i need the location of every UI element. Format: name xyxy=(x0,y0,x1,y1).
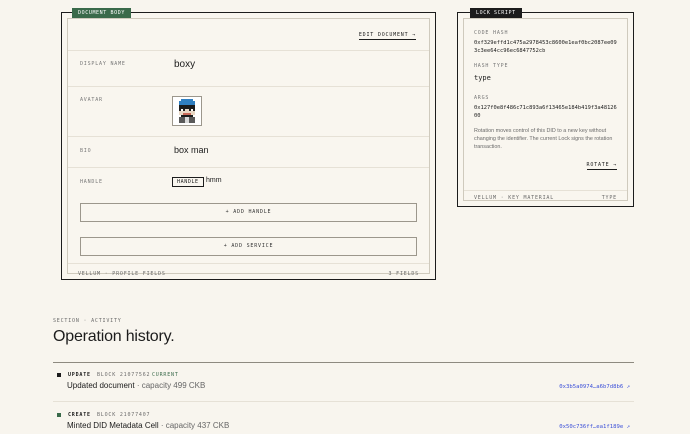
lock-footer-left: VELLUM · KEY MATERIAL xyxy=(474,195,555,201)
history-item-update: UPDATE BLOCK 21077562 CURRENT Updated do… xyxy=(53,368,634,402)
op-kind: UPDATE xyxy=(68,372,91,378)
op-kind: CREATE xyxy=(68,412,91,418)
display-name-row: DISPLAY NAME boxy xyxy=(68,50,429,86)
add-service-button[interactable]: + ADD SERVICE xyxy=(80,237,417,256)
avatar-row: AVATAR xyxy=(68,86,429,136)
doc-footer-right: 3 FIELDS xyxy=(388,271,419,277)
pixel-avatar-icon[interactable] xyxy=(172,96,202,126)
doc-card-footer: VELLUM · PROFILE FIELDS 3 FIELDS xyxy=(68,263,429,281)
tx-link[interactable]: 0x3b5a0974…a6b7d8b6 ↗ xyxy=(559,384,630,390)
handle-badge: HANDLE xyxy=(172,177,204,187)
tx-link[interactable]: 0x50c736ff…ea1f189e ↗ xyxy=(559,424,630,430)
op-capacity: · capacity 437 CKB xyxy=(158,421,230,430)
hash-type-value: type xyxy=(474,74,491,82)
edit-document-link[interactable]: EDIT DOCUMENT → xyxy=(358,32,416,40)
handle-row: HANDLE HANDLE hmm xyxy=(68,167,429,197)
op-block: BLOCK 21077562 xyxy=(97,372,151,378)
args-label: ARGS xyxy=(474,95,490,101)
hash-type-label: HASH TYPE xyxy=(474,63,509,69)
display-name-label: DISPLAY NAME xyxy=(80,61,126,67)
green-square-marker-icon xyxy=(57,413,61,417)
section-eyebrow: SECTION · ACTIVITY xyxy=(53,318,122,324)
display-name-value: boxy xyxy=(174,59,196,70)
rotate-link[interactable]: ROTATE → xyxy=(586,162,617,170)
lock-script-tag: LOCK SCRIPT xyxy=(470,8,522,18)
op-capacity: · capacity 499 CKB xyxy=(134,381,206,390)
handle-label: HANDLE xyxy=(80,179,103,185)
avatar-label: AVATAR xyxy=(80,97,103,103)
op-block: BLOCK 21077407 xyxy=(97,412,151,418)
code-hash-label: CODE HASH xyxy=(474,30,509,36)
lock-footer-right: TYPE xyxy=(601,195,617,201)
add-handle-button[interactable]: + ADD HANDLE xyxy=(80,203,417,222)
history-item-create: CREATE BLOCK 21077407 Minted DID Metadat… xyxy=(53,408,634,434)
handle-value: hmm xyxy=(206,177,222,184)
op-description: Minted DID Metadata Cell · capacity 437 … xyxy=(67,421,229,430)
op-text: Minted DID Metadata Cell xyxy=(67,421,159,430)
op-text: Updated document xyxy=(67,381,135,390)
document-body-tag: DOCUMENT BODY xyxy=(72,8,131,18)
op-description: Updated document · capacity 499 CKB xyxy=(67,381,205,390)
doc-footer-left: VELLUM · PROFILE FIELDS xyxy=(78,271,166,277)
lock-script-card: CODE HASH 0xf329effd1c475a2978453c8600e1… xyxy=(457,8,634,207)
rotation-note: Rotation moves control of this DID to a … xyxy=(474,128,613,150)
op-status-badge: CURRENT xyxy=(152,372,179,378)
args-value: 0x127f0e8f486c71c893a6f13465e184b419f3a4… xyxy=(474,105,617,119)
bio-row: BIO box man xyxy=(68,136,429,167)
square-marker-icon xyxy=(57,373,61,377)
page-title: Operation history. xyxy=(53,328,175,345)
document-body-card: EDIT DOCUMENT → DISPLAY NAME boxy AVATAR xyxy=(61,8,436,280)
lock-card-footer: VELLUM · KEY MATERIAL TYPE xyxy=(464,190,627,204)
code-hash-value: 0xf329effd1c475a2978453c8600e1eaf0bc2087… xyxy=(474,40,617,54)
lock-script-inner: CODE HASH 0xf329effd1c475a2978453c8600e1… xyxy=(463,18,628,201)
history-divider xyxy=(53,362,634,363)
document-body-inner: EDIT DOCUMENT → DISPLAY NAME boxy AVATAR xyxy=(67,18,430,277)
bio-label: BIO xyxy=(80,148,92,154)
bio-value: box man xyxy=(174,145,209,155)
